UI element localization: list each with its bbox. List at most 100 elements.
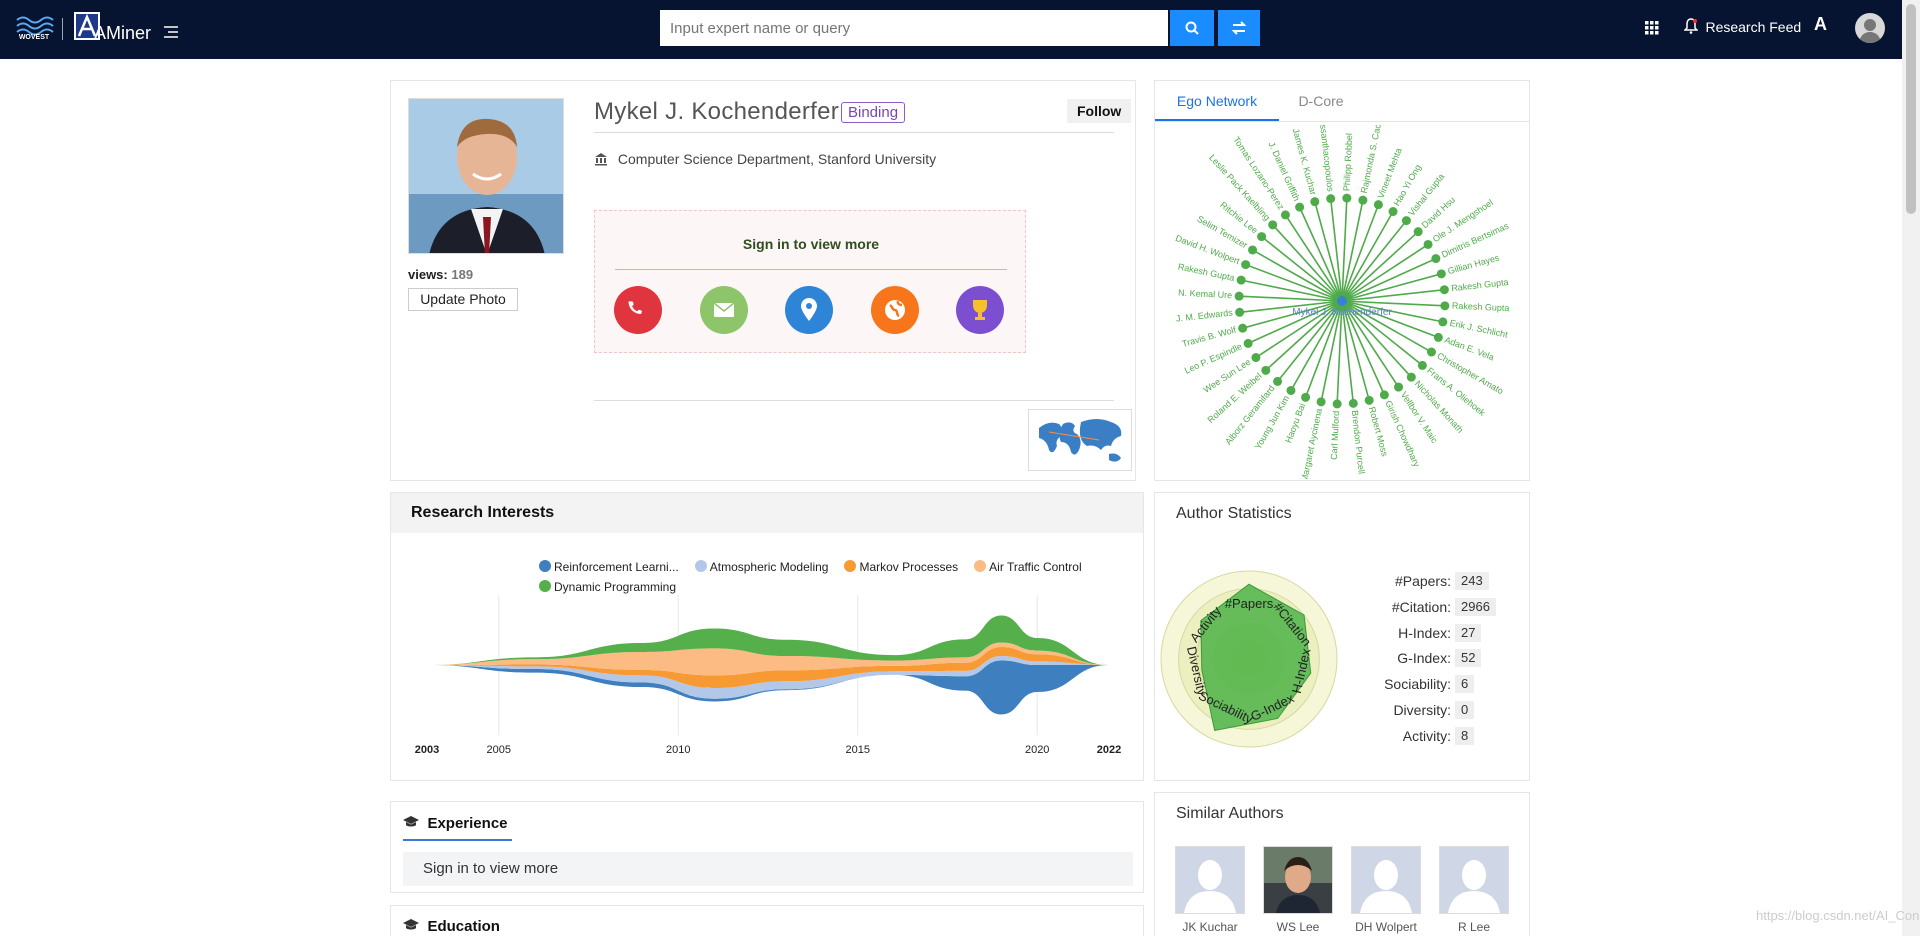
aminer-logo[interactable]: AMiner xyxy=(74,12,151,46)
ego-node[interactable] xyxy=(1439,285,1449,295)
similar-author[interactable]: DH Wolpert xyxy=(1351,846,1421,936)
ego-node[interactable] xyxy=(1358,195,1368,205)
ego-node[interactable] xyxy=(1364,395,1374,405)
similar-authors-card: Similar Authors JK Kuchar WS Lee DH Wolper… xyxy=(1154,792,1530,936)
ego-node[interactable] xyxy=(1332,399,1342,409)
ego-node[interactable] xyxy=(1413,227,1423,237)
similar-author-photo[interactable] xyxy=(1439,846,1509,914)
world-map-thumbnail[interactable] xyxy=(1028,409,1132,471)
chart-legend: Reinforcement Learni... Atmospheric Model… xyxy=(539,560,1119,600)
ego-node[interactable] xyxy=(1251,353,1261,363)
research-interests-streamgraph: 2003 2005 2010 2015 2020 2022 xyxy=(415,595,1121,756)
institution-icon xyxy=(595,153,607,166)
location-button[interactable] xyxy=(785,286,833,334)
experience-signin[interactable]: Sign in to view more xyxy=(403,852,1133,886)
ego-node[interactable] xyxy=(1417,360,1427,370)
ego-node[interactable] xyxy=(1238,323,1248,333)
ego-center-node[interactable] xyxy=(1337,296,1347,306)
ego-node[interactable] xyxy=(1438,317,1448,327)
tabs-divider xyxy=(1155,121,1529,122)
scrollbar-thumb[interactable] xyxy=(1906,4,1916,214)
tab-ego-network[interactable]: Ego Network xyxy=(1155,81,1279,121)
stat-row: #Citation: 2966 xyxy=(1327,597,1496,617)
user-avatar[interactable] xyxy=(1855,13,1885,43)
similar-author-photo[interactable] xyxy=(1175,846,1245,914)
ego-node[interactable] xyxy=(1394,382,1404,392)
ego-node[interactable] xyxy=(1310,197,1320,207)
similar-author-name[interactable]: R Lee xyxy=(1439,920,1509,934)
legend-item[interactable]: Markov Processes xyxy=(844,560,958,580)
update-photo-button[interactable]: Update Photo xyxy=(408,288,518,311)
ego-node[interactable] xyxy=(1433,332,1443,342)
ego-node[interactable] xyxy=(1235,307,1245,317)
education-heading: Education xyxy=(403,918,500,936)
ego-node[interactable] xyxy=(1388,207,1398,217)
binding-badge[interactable]: Binding xyxy=(841,102,906,123)
ego-network-graph[interactable]: Philipp Robbel Rajmonda S. CaceresVineet … xyxy=(1155,125,1529,479)
wovest-logo[interactable]: WOVEST xyxy=(14,14,54,44)
phone-button[interactable] xyxy=(614,286,662,334)
language-switch[interactable]: A xyxy=(1814,14,1838,40)
ego-node[interactable] xyxy=(1440,301,1450,311)
sign-in-link[interactable]: Sign in to view more xyxy=(595,236,1027,252)
search-icon xyxy=(1185,21,1199,35)
x-tick-label: 2015 xyxy=(845,744,869,756)
ego-node[interactable] xyxy=(1423,239,1433,249)
page-scrollbar[interactable] xyxy=(1902,0,1920,936)
ego-node[interactable] xyxy=(1406,372,1416,382)
ego-node[interactable] xyxy=(1316,397,1326,407)
location-icon xyxy=(801,298,817,321)
similar-author[interactable]: WS Lee xyxy=(1263,846,1333,936)
ego-node[interactable] xyxy=(1257,232,1267,242)
switch-search-button[interactable] xyxy=(1218,10,1260,46)
stat-row: #Papers: 243 xyxy=(1327,571,1489,591)
similar-author-name[interactable]: WS Lee xyxy=(1263,920,1333,934)
similar-author-name[interactable]: JK Kuchar xyxy=(1175,920,1245,934)
legend-item[interactable]: Air Traffic Control xyxy=(974,560,1082,580)
ego-node[interactable] xyxy=(1401,216,1411,226)
stat-value: 8 xyxy=(1455,726,1475,745)
ego-node[interactable] xyxy=(1342,193,1352,203)
search-button[interactable] xyxy=(1170,10,1214,46)
email-button[interactable] xyxy=(699,286,748,334)
ego-node[interactable] xyxy=(1268,220,1278,230)
ego-node[interactable] xyxy=(1295,202,1305,212)
similar-author[interactable]: R Lee xyxy=(1439,846,1509,936)
apps-grid-icon[interactable] xyxy=(1645,21,1659,35)
ego-node[interactable] xyxy=(1431,254,1441,264)
swap-icon xyxy=(1231,21,1247,35)
ego-node[interactable] xyxy=(1426,347,1436,357)
homepage-button[interactable] xyxy=(870,286,919,334)
ego-node[interactable] xyxy=(1326,194,1336,204)
legend-item[interactable]: Reinforcement Learni... xyxy=(539,560,679,580)
ego-node[interactable] xyxy=(1436,269,1446,279)
bell-icon xyxy=(1683,18,1699,34)
ego-node[interactable] xyxy=(1234,291,1244,301)
similar-author-photo[interactable] xyxy=(1263,846,1333,914)
ego-node[interactable] xyxy=(1373,200,1383,210)
ego-node[interactable] xyxy=(1236,275,1246,285)
ego-node[interactable] xyxy=(1248,245,1258,255)
ego-node[interactable] xyxy=(1273,376,1283,386)
research-feed-link[interactable]: Research Feed xyxy=(1683,18,1801,38)
ego-node-label: Erik J. Schlicht xyxy=(1449,318,1509,340)
search-input[interactable] xyxy=(660,10,1168,46)
ego-node[interactable] xyxy=(1348,398,1358,408)
similar-author-photo[interactable] xyxy=(1351,846,1421,914)
stat-value: 27 xyxy=(1455,623,1482,642)
menu-toggle-icon[interactable] xyxy=(164,25,178,38)
ego-node[interactable] xyxy=(1379,390,1389,400)
ego-node[interactable] xyxy=(1243,338,1253,348)
legend-item[interactable]: Atmospheric Modeling xyxy=(694,560,828,580)
ego-node[interactable] xyxy=(1241,260,1251,270)
stat-row: Activity: 8 xyxy=(1327,726,1475,746)
similar-author-name[interactable]: DH Wolpert xyxy=(1351,920,1421,934)
tab-d-core[interactable]: D-Core xyxy=(1279,81,1363,121)
award-button[interactable] xyxy=(956,286,1004,334)
ego-node[interactable] xyxy=(1286,385,1296,395)
follow-button[interactable]: Follow xyxy=(1067,99,1132,123)
ego-node[interactable] xyxy=(1261,365,1271,375)
ego-node[interactable] xyxy=(1280,210,1290,220)
ego-node[interactable] xyxy=(1301,392,1311,402)
similar-author[interactable]: JK Kuchar xyxy=(1175,846,1245,936)
